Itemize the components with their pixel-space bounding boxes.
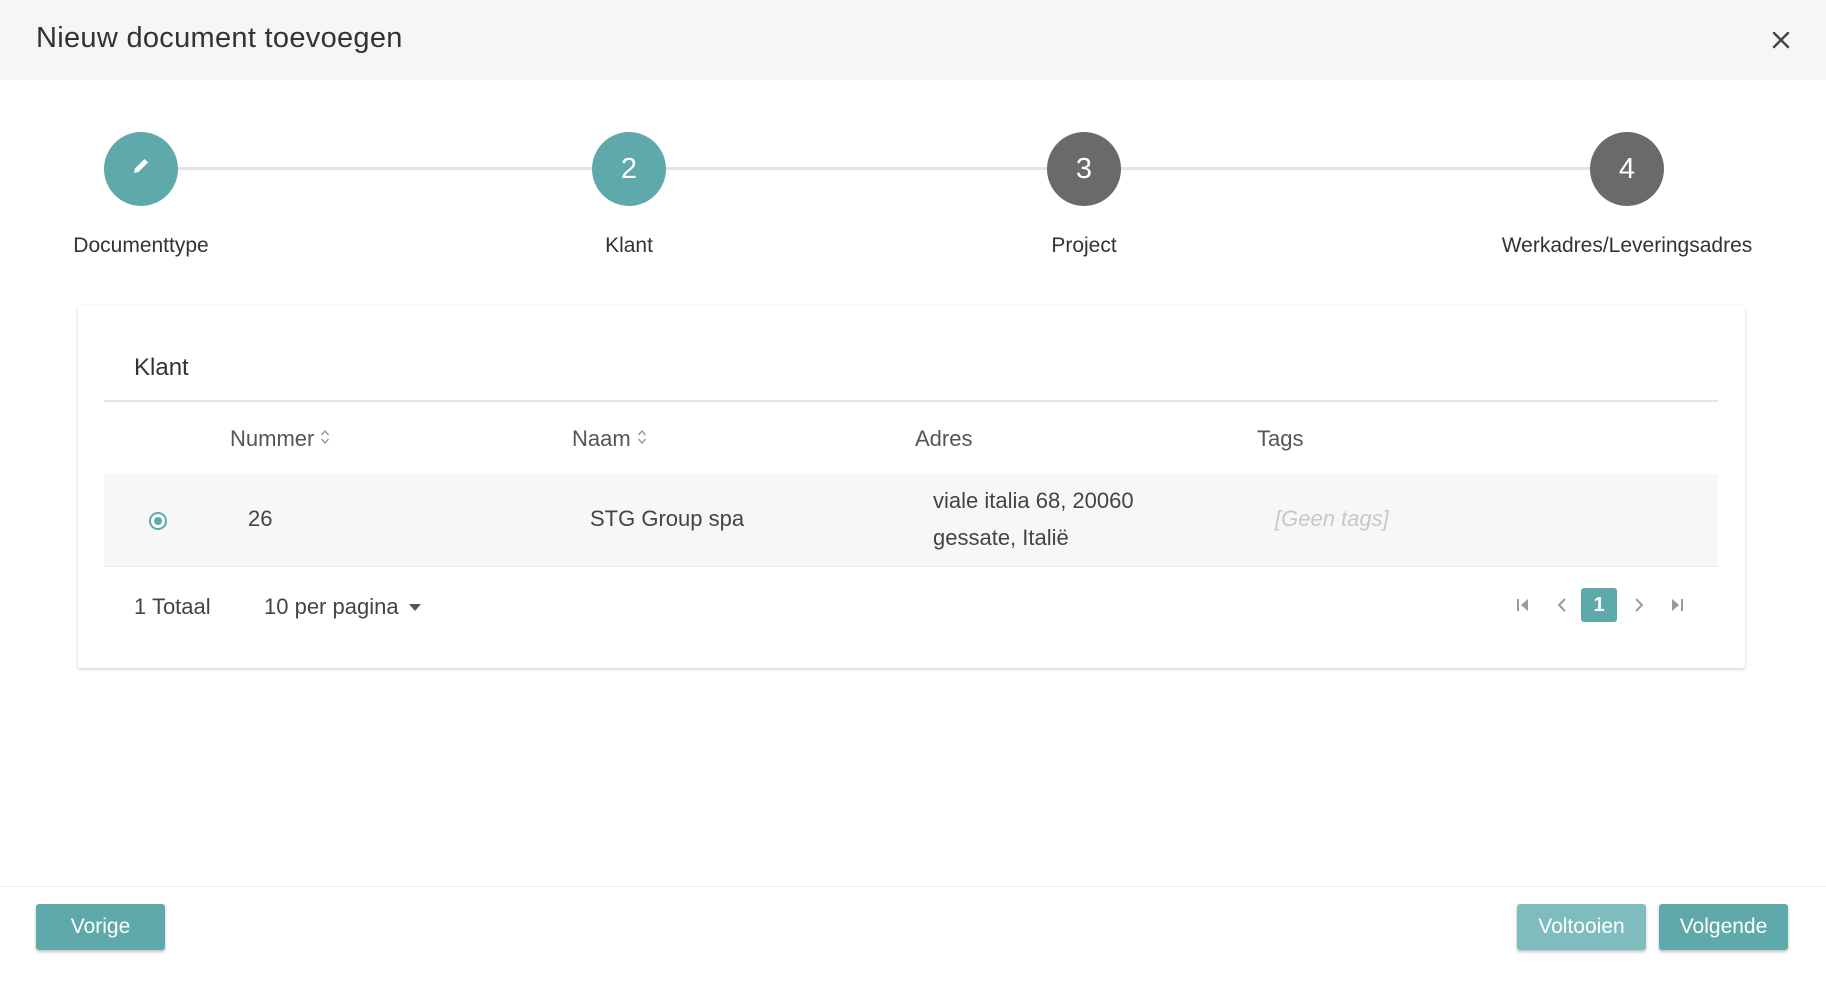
column-header-adres: Adres: [915, 426, 972, 452]
step-label-documenttype: Documenttype: [73, 234, 209, 257]
first-page-icon[interactable]: [1508, 588, 1538, 622]
finish-button[interactable]: Voltooien: [1517, 904, 1646, 950]
next-page-icon[interactable]: [1624, 588, 1654, 622]
step-number: 2: [620, 152, 638, 185]
caret-down-icon: [408, 603, 421, 611]
previous-button[interactable]: Vorige: [36, 904, 165, 950]
sort-icon: [320, 426, 330, 452]
step-project[interactable]: 3: [1047, 132, 1121, 206]
step-connector: [665, 167, 1048, 170]
table-row[interactable]: 26 STG Group spa viale italia 68, 20060 …: [104, 474, 1718, 567]
cell-adres: viale italia 68, 20060 gessate, Italië: [933, 482, 1134, 556]
step-documenttype[interactable]: [104, 132, 178, 206]
new-document-dialog: Nieuw document toevoegen Documenttype 2 …: [0, 0, 1826, 986]
prev-page-icon[interactable]: [1547, 588, 1577, 622]
next-button[interactable]: Volgende: [1659, 904, 1788, 950]
row-select-radio[interactable]: [149, 512, 167, 530]
cell-naam: STG Group spa: [590, 506, 745, 531]
column-label: Naam: [572, 426, 631, 451]
dialog-header: Nieuw document toevoegen: [0, 0, 1826, 80]
step-connector: [1120, 167, 1591, 170]
column-header-tags: Tags: [1257, 426, 1303, 452]
column-label: Nummer: [230, 426, 315, 451]
footer-divider: [0, 886, 1826, 887]
step-klant[interactable]: 2: [592, 132, 666, 206]
customer-table-card: Klant Nummer Naam Adres Tags 26 STG Grou…: [78, 306, 1745, 668]
cell-tags: [Geen tags]: [1275, 506, 1389, 531]
per-page-label: 10 per pagina: [264, 594, 399, 619]
column-header-nummer[interactable]: Nummer: [230, 426, 330, 452]
address-line: gessate, Italië: [933, 525, 1069, 550]
close-icon[interactable]: [1765, 24, 1797, 56]
last-page-icon[interactable]: [1662, 588, 1692, 622]
step-label-werkadres: Werkadres/Leveringsadres: [1501, 234, 1753, 257]
cell-nummer: 26: [248, 506, 273, 531]
divider: [104, 400, 1718, 402]
column-label: Adres: [915, 426, 973, 451]
step-number: 3: [1075, 152, 1093, 185]
address-line: viale italia 68, 20060: [933, 488, 1134, 513]
column-header-naam[interactable]: Naam: [572, 426, 647, 452]
per-page-select[interactable]: 10 per pagina: [264, 594, 421, 620]
column-label: Tags: [1257, 426, 1304, 451]
step-number: 4: [1618, 152, 1636, 185]
card-title: Klant: [134, 354, 189, 381]
step-connector: [177, 167, 593, 170]
step-werkadres[interactable]: 4: [1590, 132, 1664, 206]
step-label-project: Project: [1051, 234, 1117, 257]
dialog-title: Nieuw document toevoegen: [36, 22, 403, 54]
pencil-icon: [129, 153, 153, 186]
total-count: 1 Totaal: [134, 594, 211, 619]
sort-icon: [637, 426, 647, 452]
page-number-current[interactable]: 1: [1581, 588, 1617, 622]
step-label-klant: Klant: [605, 234, 653, 257]
